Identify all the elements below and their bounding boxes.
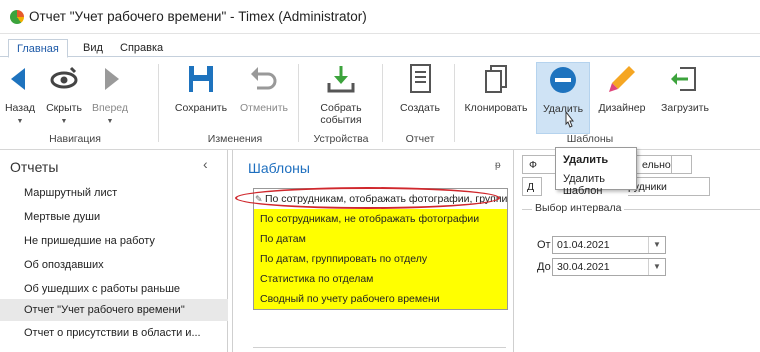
designer-button-label: Дизайнер	[598, 102, 646, 114]
chevron-down-icon: ▼	[16, 118, 24, 125]
tab-dates-partial[interactable]: Д	[522, 177, 542, 196]
report-item[interactable]: Отчет о присутствии в области и...	[0, 322, 228, 344]
load-button[interactable]: Загрузить	[654, 62, 716, 132]
create-button-label: Создать	[400, 102, 440, 114]
back-arrow-icon	[11, 68, 25, 90]
template-item[interactable]: По датам, группировать по отделу	[254, 249, 507, 269]
from-label: От	[537, 239, 551, 251]
delete-tooltip: Удалить Удалить шаблон	[555, 147, 637, 197]
to-label: До	[537, 261, 551, 273]
to-date-input[interactable]: 30.04.2021 ▼	[552, 258, 666, 276]
save-button[interactable]: Сохранить	[170, 62, 232, 132]
group-label-templates: Шаблоны	[566, 133, 614, 145]
report-item[interactable]: Мертвые души	[0, 206, 228, 228]
report-item[interactable]: Маршрутный лист	[0, 182, 228, 204]
download-tray-icon	[327, 66, 355, 93]
tab-employees-partial[interactable]: рудники	[628, 177, 710, 196]
delete-minus-icon	[550, 67, 576, 93]
collect-events-button-label: Собрать события	[320, 102, 362, 126]
cancel-button[interactable]: Отменить	[236, 62, 292, 132]
template-item[interactable]: По сотрудникам, не отображать фотографии	[254, 209, 507, 229]
window-title: Отчет "Учет рабочего времени" - Timex (A…	[29, 9, 367, 24]
tooltip-title: Удалить	[563, 154, 609, 166]
template-item[interactable]: По датам	[254, 229, 507, 249]
save-button-label: Сохранить	[174, 102, 228, 114]
report-item-selected[interactable]: Отчет "Учет рабочего времени"	[0, 299, 228, 321]
template-item[interactable]: Статистика по отделам	[254, 269, 507, 289]
forward-arrow-icon	[105, 68, 119, 90]
hide-button[interactable]: Скрыть ▼	[42, 62, 86, 132]
timex-logo-icon	[10, 9, 24, 24]
hide-button-label: Скрыть	[46, 102, 82, 114]
import-arrow-icon	[671, 67, 696, 91]
interval-group-title: Выбор интервала	[532, 202, 625, 214]
tab-additional-partial[interactable]: ельно	[642, 155, 692, 174]
collect-events-button[interactable]: Собрать события	[306, 62, 376, 132]
reports-panel: Отчеты ‹ Маршрутный лист Мертвые души Не…	[0, 150, 228, 352]
templates-panel-title: Шаблоны	[248, 160, 310, 176]
collapse-chevron-icon[interactable]: ‹	[203, 156, 208, 172]
clone-button-label: Клонировать	[464, 102, 528, 114]
templates-panel: Шаблоны ᵽ ✎ По сотрудникам, отображать ф…	[232, 150, 514, 352]
load-button-label: Загрузить	[661, 102, 709, 114]
template-item[interactable]: Сводный по учету рабочего времени	[254, 289, 507, 309]
tab-view[interactable]: Вид	[75, 39, 111, 58]
group-separator	[454, 64, 455, 142]
group-separator	[298, 64, 299, 142]
back-button[interactable]: Назад ▼	[0, 62, 40, 132]
delete-button[interactable]: Удалить	[536, 62, 590, 134]
group-separator	[158, 64, 159, 142]
save-disk-icon	[189, 66, 213, 92]
chevron-down-icon[interactable]: ▼	[648, 259, 665, 275]
group-label-devices: Устройства	[313, 133, 369, 145]
title-bar: Отчет "Учет рабочего времени" - Timex (A…	[0, 0, 760, 34]
back-button-label: Назад	[4, 102, 36, 114]
tab-help[interactable]: Справка	[112, 39, 171, 58]
cancel-button-label: Отменить	[240, 102, 288, 114]
designer-button[interactable]: Дизайнер	[594, 62, 650, 132]
pencil-icon	[609, 66, 635, 92]
report-item[interactable]: Об ушедших с работы раньше	[0, 278, 228, 300]
mouse-cursor-icon	[565, 111, 575, 128]
report-item[interactable]: Не пришедшие на работу	[0, 230, 228, 252]
chevron-down-icon: ▼	[106, 118, 114, 125]
eye-hide-icon	[50, 66, 78, 89]
forward-button[interactable]: Вперед ▼	[88, 62, 132, 132]
group-separator	[382, 64, 383, 142]
undo-icon	[251, 67, 277, 90]
to-date-value: 30.04.2021	[557, 261, 610, 273]
new-document-icon	[410, 64, 431, 93]
group-label-changes: Изменения	[207, 133, 263, 145]
clone-documents-icon	[485, 65, 507, 93]
reports-panel-title: Отчеты	[10, 159, 59, 175]
group-label-report: Отчет	[405, 133, 435, 145]
clone-button[interactable]: Клонировать	[460, 62, 532, 132]
pin-icon[interactable]: ᵽ	[495, 160, 501, 171]
create-button[interactable]: Создать	[392, 62, 448, 132]
chevron-down-icon[interactable]: ▼	[648, 237, 665, 253]
tab-home[interactable]: Главная	[8, 39, 68, 58]
ribbon-tabs: Главная Вид Справка	[0, 37, 760, 58]
divider	[253, 347, 506, 348]
tooltip-text: Удалить шаблон	[563, 173, 605, 197]
from-date-value: 01.04.2021	[557, 239, 610, 251]
report-item[interactable]: Об опоздавших	[0, 254, 228, 276]
ribbon: Назад ▼ Скрыть ▼ Вперед ▼ Навигация Сохр…	[0, 58, 760, 150]
forward-button-label: Вперед	[91, 102, 129, 114]
group-label-navigation: Навигация	[49, 133, 101, 145]
selection-highlight-ring	[235, 187, 500, 209]
from-date-input[interactable]: 01.04.2021 ▼	[552, 236, 666, 254]
chevron-down-icon: ▼	[60, 118, 68, 125]
